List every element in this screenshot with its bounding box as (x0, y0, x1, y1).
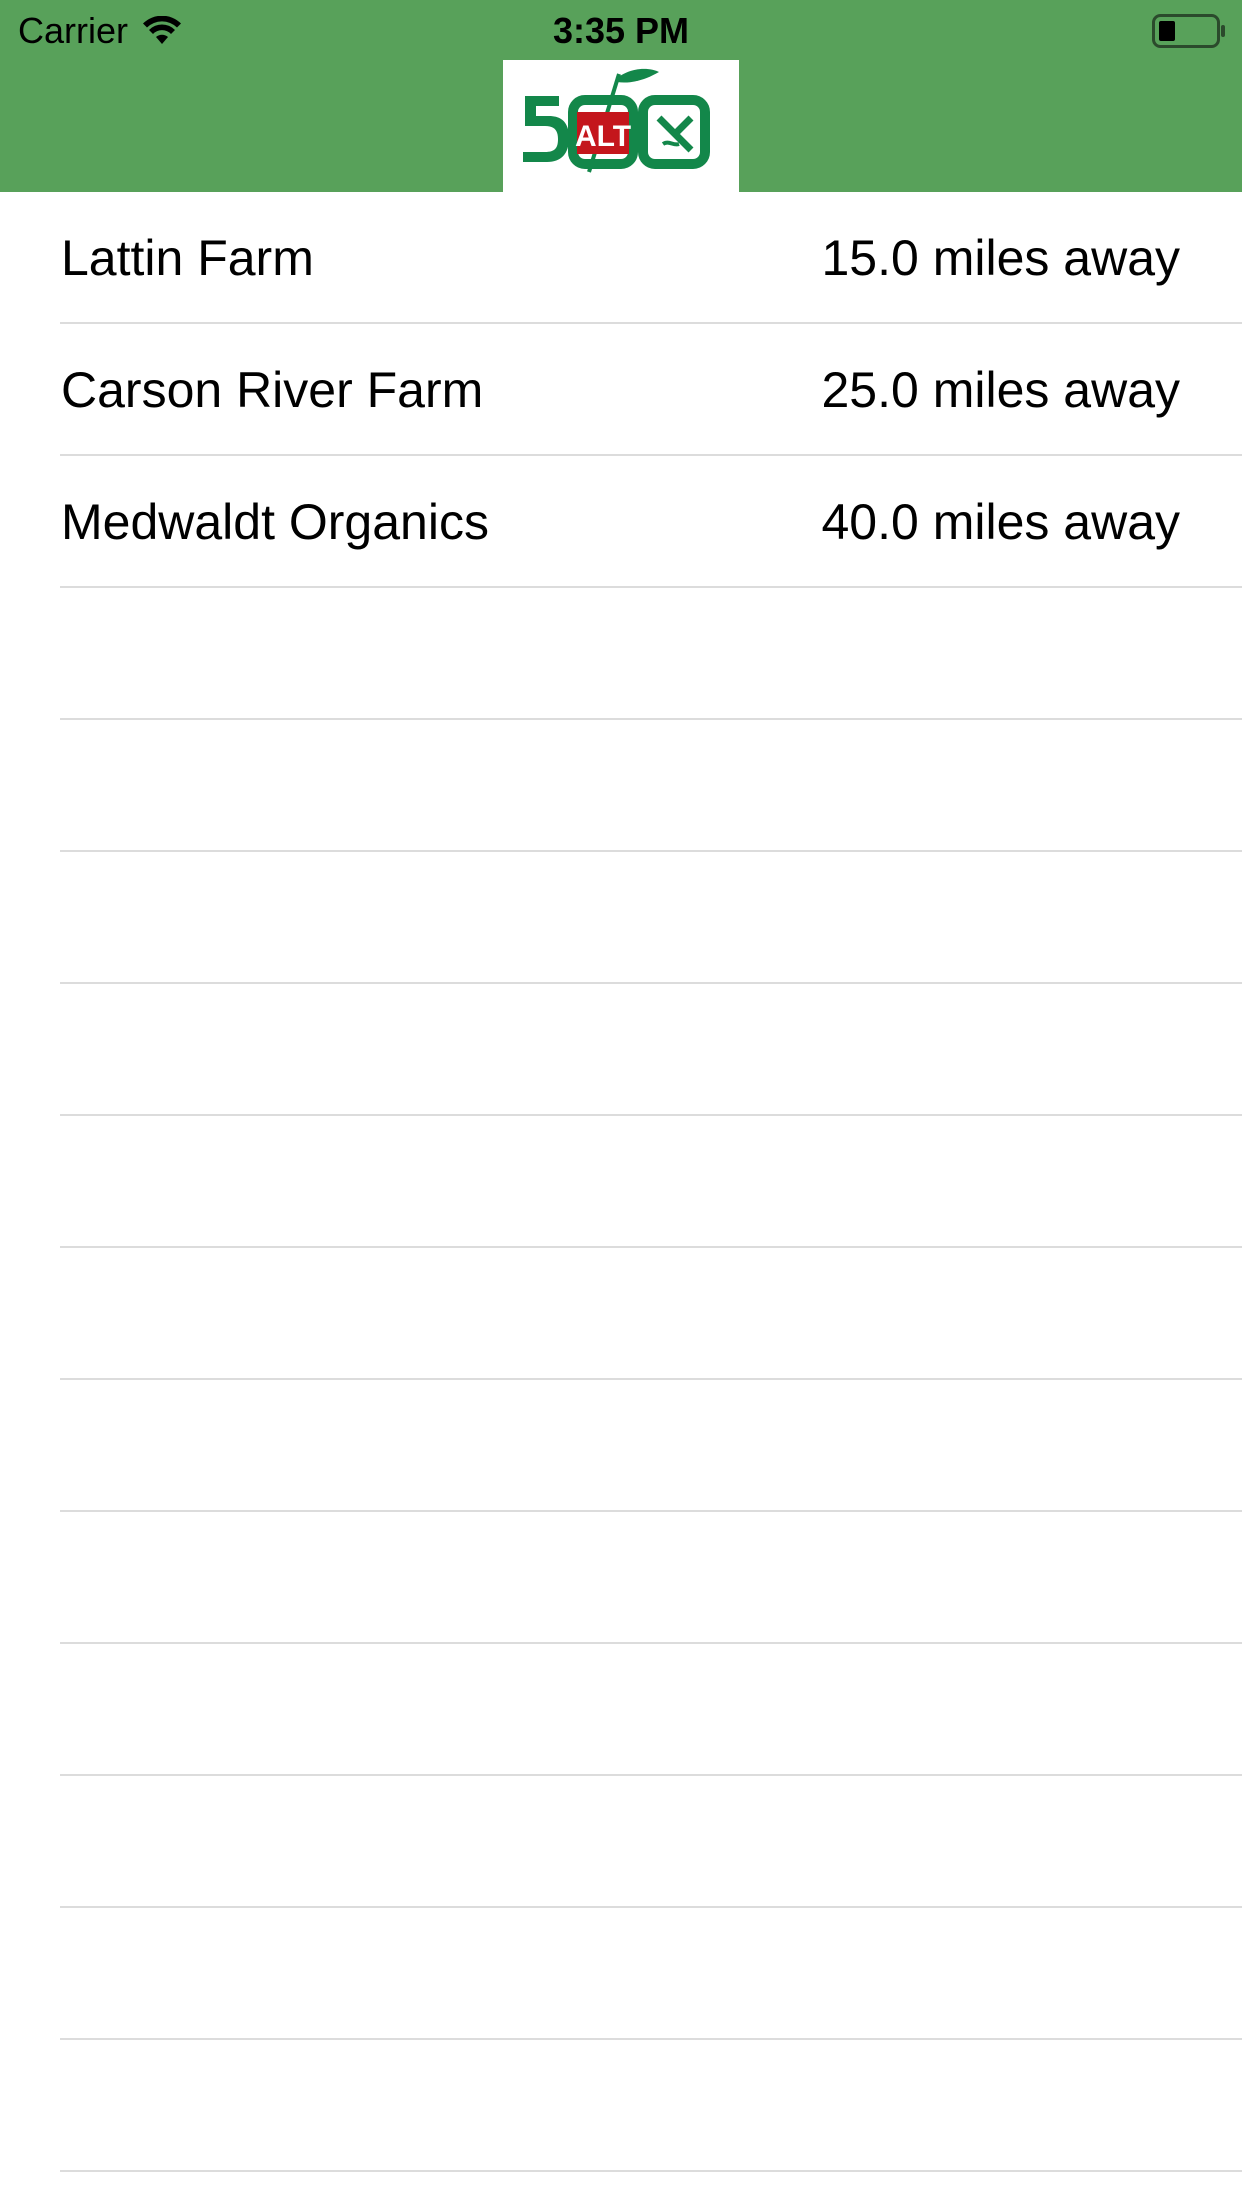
empty-row (0, 1380, 1242, 1512)
logo-alt-text: ALT (575, 120, 631, 153)
farm-name: Medwaldt Organics (61, 494, 489, 550)
farm-name: Lattin Farm (61, 230, 314, 286)
app-logo: ALT (503, 60, 739, 192)
empty-row (0, 1248, 1242, 1380)
farm-row[interactable]: Medwaldt Organics 40.0 miles away (0, 456, 1242, 588)
alt-500-logo: ALT (523, 68, 710, 173)
farm-distance: 25.0 miles away (821, 362, 1181, 418)
empty-row (0, 984, 1242, 1116)
empty-row (0, 852, 1242, 984)
empty-row (0, 1512, 1242, 1644)
empty-row (0, 1116, 1242, 1248)
farm-list[interactable]: Lattin Farm 15.0 miles away Carson River F… (0, 192, 1242, 2208)
navigation-bar: Carrier 3:35 PM ALT (0, 0, 1242, 192)
battery-low-icon (1152, 14, 1225, 48)
status-time: 3:35 PM (552, 10, 690, 51)
farm-name: Carson River Farm (61, 362, 484, 418)
empty-row (0, 2172, 1242, 2208)
farm-distance: 40.0 miles away (821, 494, 1181, 550)
empty-row (0, 720, 1242, 852)
app-screen: Carrier 3:35 PM ALT Lattin Farm 15.0 mil… (0, 0, 1242, 2208)
farm-distance: 15.0 miles away (821, 230, 1181, 286)
empty-row (0, 1908, 1242, 2040)
empty-row (0, 2040, 1242, 2172)
empty-row (0, 1644, 1242, 1776)
farm-row[interactable]: Carson River Farm 25.0 miles away (0, 324, 1242, 456)
empty-row (0, 1776, 1242, 1908)
empty-row (0, 588, 1242, 720)
farm-row[interactable]: Lattin Farm 15.0 miles away (0, 192, 1242, 324)
